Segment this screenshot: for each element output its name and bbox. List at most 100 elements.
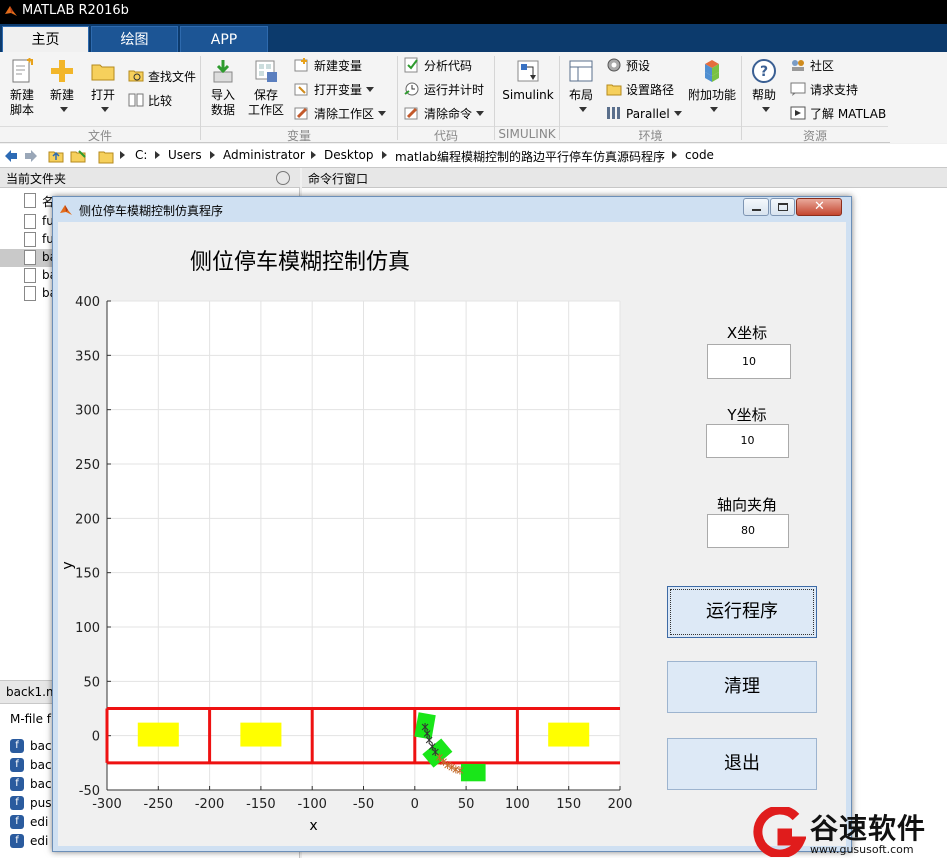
add-ons-button[interactable]: 附加功能 (686, 58, 738, 118)
preferences-label: 预设 (626, 59, 651, 73)
clear-commands-icon (404, 107, 418, 120)
clear-workspace-button[interactable]: 清除工作区 (294, 104, 387, 124)
request-support-button[interactable]: 请求支持 (790, 80, 858, 100)
address-bar: C: Users Administrator Desktop matlab编程模… (0, 144, 947, 168)
chevron-down-icon (60, 107, 68, 112)
parallel-icon (607, 107, 620, 119)
axis-angle-input[interactable]: 80 (707, 514, 789, 548)
community-label: 社区 (810, 59, 835, 73)
save-workspace-button[interactable]: 保存 工作区 (246, 58, 286, 118)
new-variable-button[interactable]: 新建变量 (294, 56, 362, 76)
find-files-button[interactable]: 查找文件 (128, 67, 196, 87)
forward-arrow-icon[interactable] (24, 149, 38, 163)
y-tick-label: -50 (79, 784, 100, 799)
learn-matlab-icon (790, 106, 806, 120)
run-and-time-button[interactable]: 运行并计时 (404, 80, 484, 100)
support-icon (790, 82, 806, 96)
layout-button[interactable]: 布局 (564, 58, 598, 118)
preferences-button[interactable]: 预设 (606, 56, 650, 76)
ribbon-tabs: 主页 绘图 APP (0, 24, 947, 52)
parked-car (137, 722, 179, 747)
group-simulink-label: SIMULINK (495, 126, 559, 142)
function-icon: f (10, 834, 24, 848)
command-window-header: 命令行窗口 (302, 168, 947, 188)
analyze-code-button[interactable]: 分析代码 (404, 56, 472, 76)
up-folder-icon[interactable] (48, 148, 64, 164)
minimize-button[interactable] (743, 198, 769, 216)
parallel-button[interactable]: Parallel (606, 104, 682, 124)
clear-button[interactable]: 清理 (667, 661, 817, 713)
path-segment[interactable]: matlab编程模糊控制的路边平行停车仿真源码程序 (395, 148, 665, 165)
y-tick-label: 350 (75, 349, 100, 364)
simulink-label: Simulink (502, 88, 554, 102)
path-segment[interactable]: Desktop (324, 148, 374, 162)
import-data-button[interactable]: 导入 数据 (206, 58, 240, 118)
path-segment[interactable]: Users (168, 148, 202, 162)
simulink-icon (517, 60, 539, 82)
community-button[interactable]: 社区 (790, 56, 834, 76)
y-coordinate-input[interactable]: 10 (706, 424, 789, 458)
group-code-label: 代码 (398, 126, 494, 143)
gusu-logo-icon (753, 807, 806, 857)
path-separator-icon (210, 151, 215, 159)
learn-matlab-button[interactable]: 了解 MATLAB (790, 104, 886, 124)
current-folder-header: 当前文件夹 (0, 168, 300, 188)
chevron-down-icon (476, 111, 485, 116)
chevron-down-icon (366, 87, 375, 92)
x-tick-label: -50 (353, 797, 374, 812)
clear-commands-button[interactable]: 清除命令 (404, 104, 485, 124)
new-button[interactable]: 新建 (44, 58, 80, 118)
chevron-down-icon (673, 111, 682, 116)
x-coordinate-input[interactable]: 10 (707, 344, 791, 379)
function-name: bac (30, 739, 52, 753)
panel-menu-icon[interactable] (276, 171, 290, 185)
path-segment[interactable]: code (685, 148, 714, 162)
help-button[interactable]: ? 帮助 (746, 58, 782, 118)
analyze-code-label: 分析代码 (424, 59, 473, 73)
new-script-button[interactable]: 新建 脚本 (4, 58, 40, 118)
open-button[interactable]: 打开 (86, 58, 120, 118)
list-item[interactable]: f pus (10, 795, 51, 813)
minimize-icon (752, 209, 761, 211)
x-tick-label: 100 (505, 797, 530, 812)
clear-commands-label: 清除命令 (424, 107, 473, 121)
set-path-icon (606, 84, 622, 96)
maximize-button[interactable] (770, 198, 795, 216)
list-item[interactable]: f edi (10, 814, 50, 832)
tab-plots[interactable]: 绘图 (91, 26, 178, 52)
open-variable-button[interactable]: 打开变量 (294, 80, 375, 100)
find-files-label: 查找文件 (148, 70, 197, 84)
compare-button[interactable]: 比较 (128, 91, 172, 111)
add-ons-icon (705, 60, 719, 82)
browse-folder-icon[interactable] (70, 148, 88, 164)
add-ons-label: 附加功能 (687, 88, 736, 102)
path-separator-icon (120, 151, 125, 159)
x-tick-label: 50 (458, 797, 475, 812)
request-support-label: 请求支持 (810, 83, 859, 97)
clear-workspace-icon (294, 107, 308, 120)
list-item[interactable]: f edi (10, 833, 50, 851)
file-icon (24, 232, 36, 247)
list-item[interactable]: f bac (10, 757, 52, 775)
new-variable-icon (294, 58, 308, 72)
tab-apps[interactable]: APP (180, 26, 268, 52)
run-program-button[interactable]: 运行程序 (667, 586, 817, 638)
x-axis-label: x (309, 818, 317, 834)
x-tick-label: 200 (608, 797, 633, 812)
list-item[interactable]: f bac (10, 776, 52, 794)
back-arrow-icon[interactable] (4, 149, 18, 163)
current-folder-title: 当前文件夹 (6, 172, 67, 186)
path-separator-icon (672, 151, 677, 159)
exit-button[interactable]: 退出 (667, 738, 817, 790)
tab-home[interactable]: 主页 (2, 26, 89, 52)
path-segment[interactable]: Administrator (223, 148, 305, 162)
function-name: bac (30, 758, 52, 772)
learn-matlab-label: 了解 MATLAB (810, 107, 887, 121)
path-segment[interactable]: C: (135, 148, 147, 162)
import-label: 导入 数据 (210, 88, 235, 117)
list-item[interactable]: f bac (10, 738, 52, 756)
simulink-button[interactable]: Simulink (500, 58, 556, 103)
set-path-button[interactable]: 设置路径 (606, 80, 674, 100)
file-icon (24, 268, 36, 283)
close-button[interactable]: ✕ (796, 198, 842, 216)
